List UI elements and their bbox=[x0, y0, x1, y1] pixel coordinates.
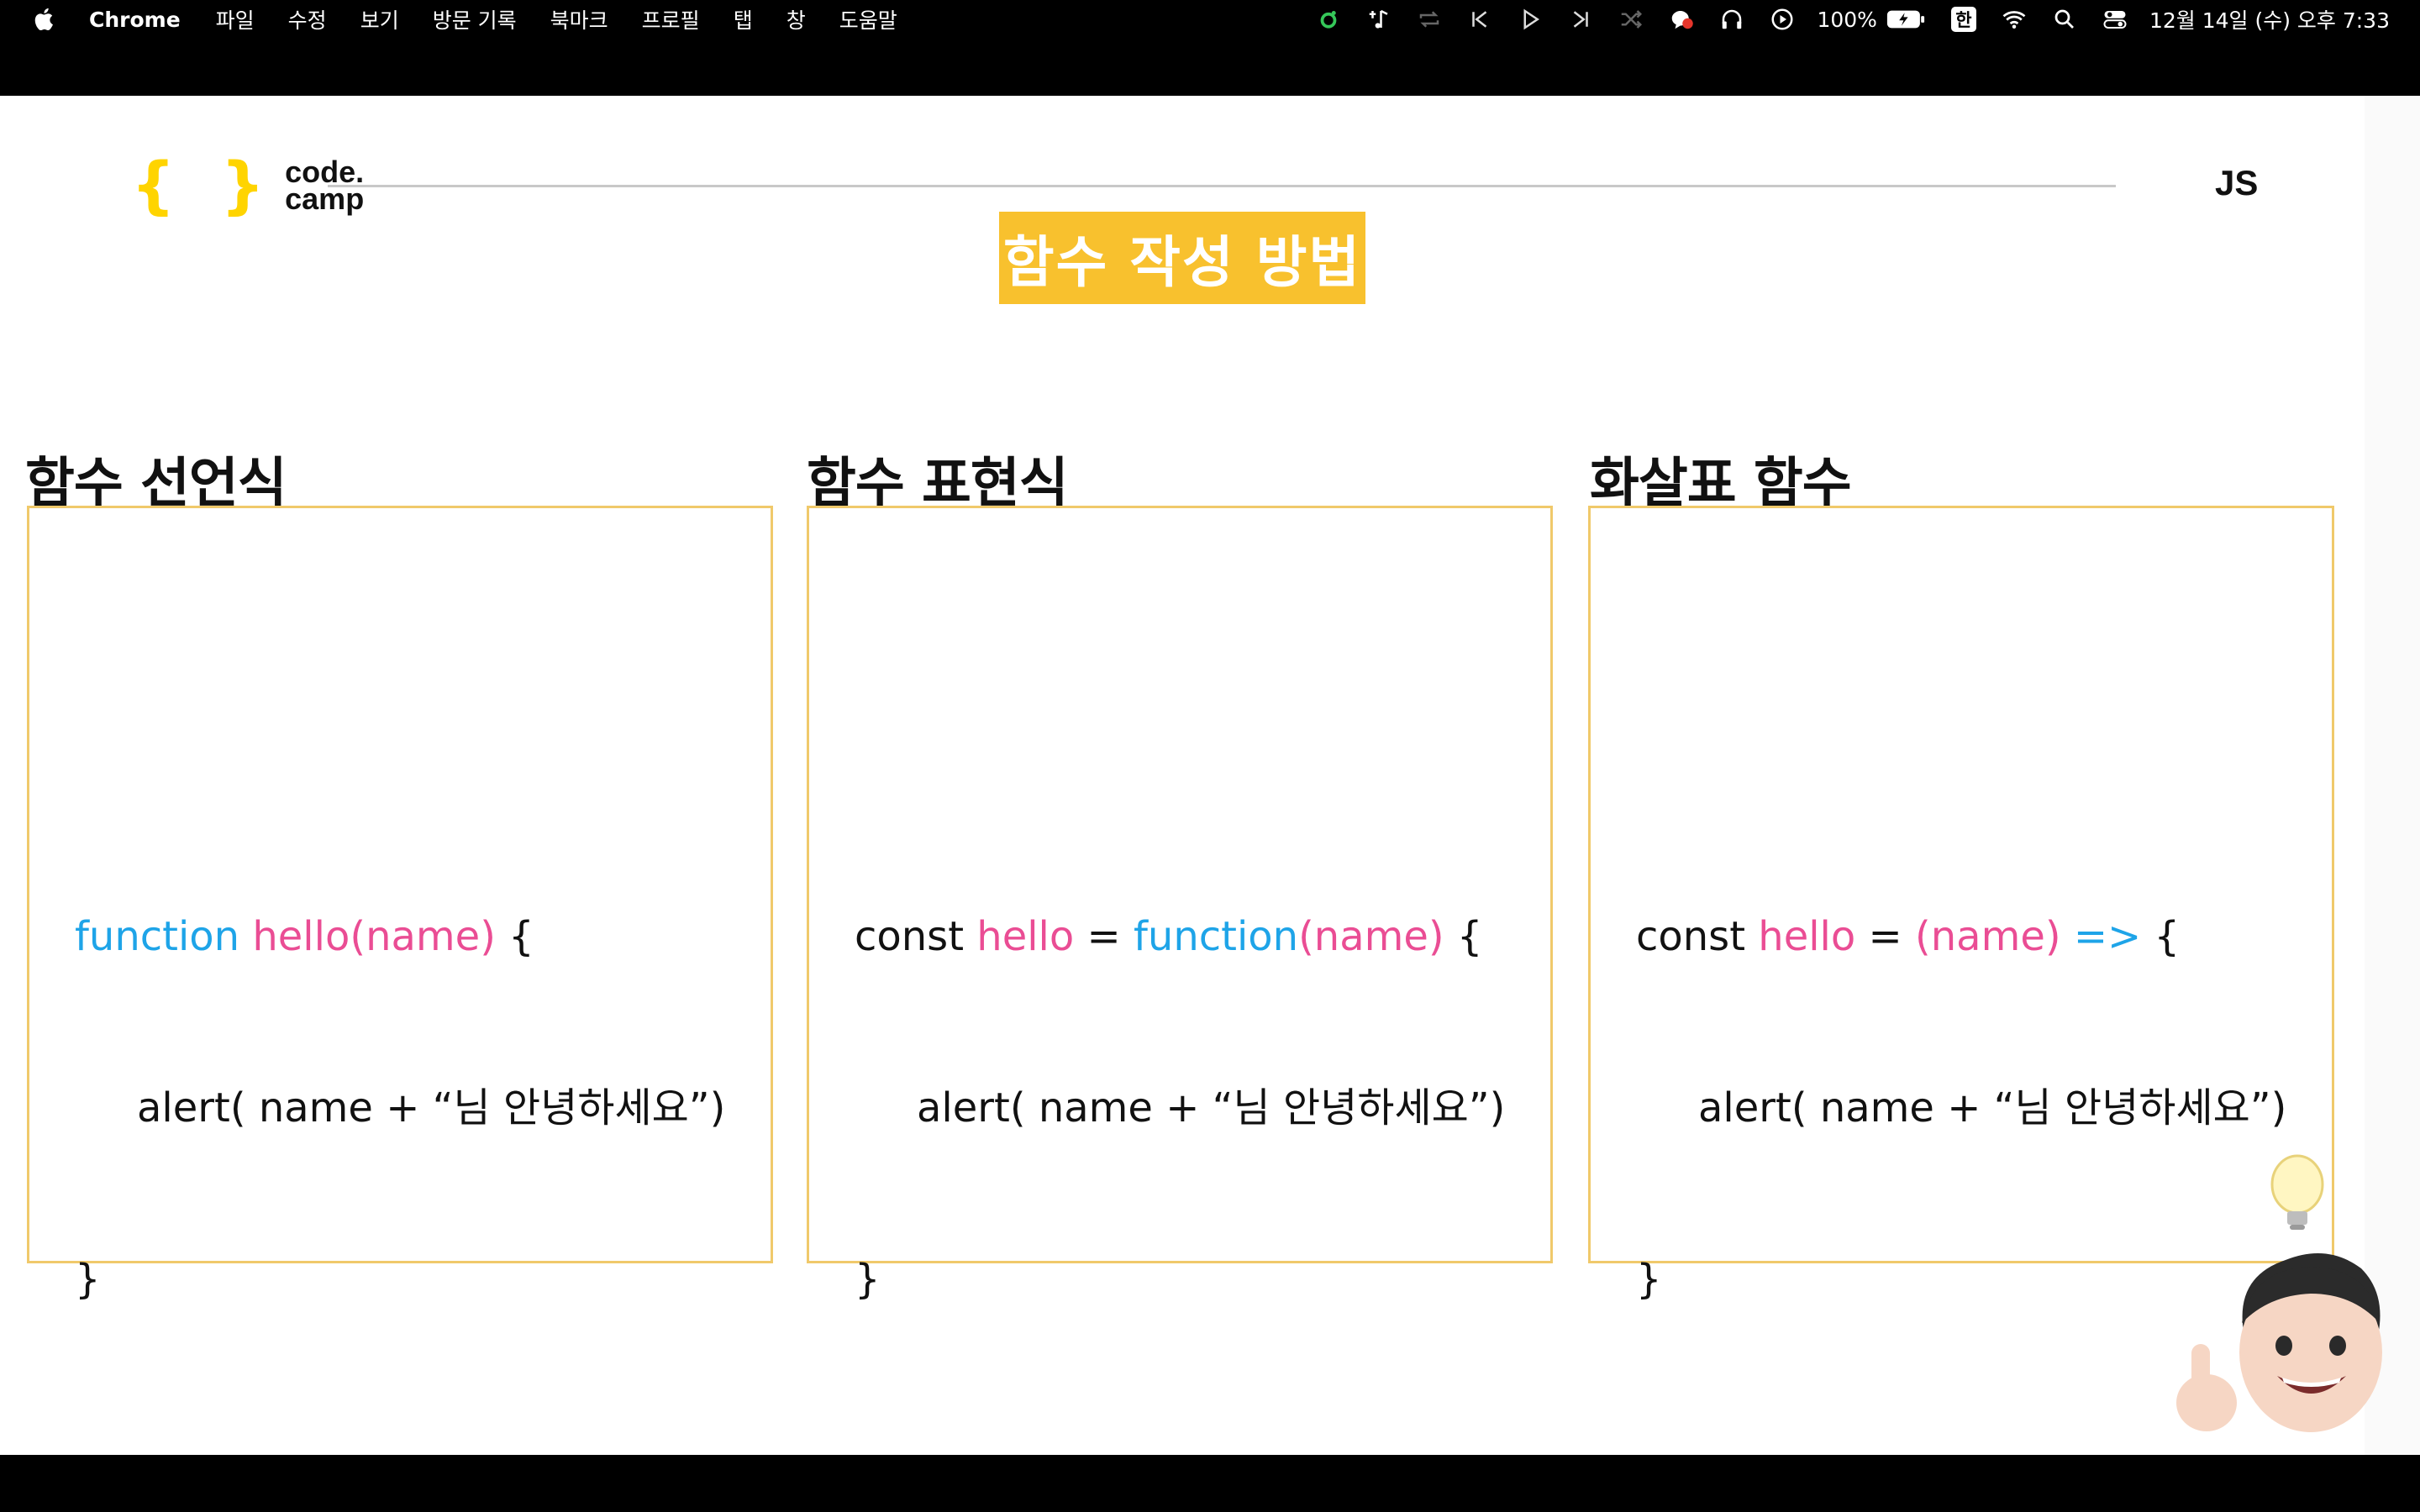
code-box-expression: const hello = function(name) { alert( na… bbox=[807, 506, 1553, 1303]
code-line-1: function hello(name) { bbox=[75, 908, 725, 965]
code-token: { bbox=[1444, 913, 1483, 960]
search-icon[interactable] bbox=[2052, 7, 2077, 32]
code-token: const bbox=[1636, 913, 1759, 960]
code-token: { bbox=[2141, 913, 2181, 960]
battery-icon[interactable] bbox=[1886, 7, 1926, 32]
code-token: hello bbox=[976, 913, 1075, 960]
memoji-avatar bbox=[2176, 1154, 2382, 1432]
battery-percentage: 100% bbox=[1817, 7, 1877, 32]
code-line-2: alert( name + “님 안녕하세요”) bbox=[137, 1084, 726, 1131]
presentation-slide: { } code. camp JS 함수 작성 방법 함수 선언식 functi… bbox=[0, 96, 2365, 1455]
menu-bar: Chrome 파일 수정 보기 방문 기록 북마크 프로필 탭 창 도움말 10… bbox=[0, 0, 2420, 39]
menu-bookmarks[interactable]: 북마크 bbox=[550, 4, 608, 34]
next-icon[interactable] bbox=[1568, 7, 1593, 32]
code-line-2: alert( name + “님 안녕하세요”) bbox=[917, 1084, 1506, 1131]
code-token: function bbox=[1134, 913, 1299, 960]
code-line-2: alert( name + “님 안녕하세요”) bbox=[1698, 1084, 2287, 1131]
menu-clock[interactable]: 12월 14일 (수) 오후 7:33 bbox=[2149, 4, 2390, 34]
menu-file[interactable]: 파일 bbox=[216, 4, 255, 34]
status-dot-icon[interactable] bbox=[1316, 7, 1341, 32]
shuffle-icon[interactable] bbox=[1618, 7, 1644, 32]
chat-icon[interactable] bbox=[1669, 7, 1694, 32]
menu-help[interactable]: 도움말 bbox=[839, 4, 897, 34]
code-token: => bbox=[2060, 913, 2142, 960]
control-center-icon[interactable] bbox=[2102, 7, 2128, 32]
code-token: hello(name) bbox=[252, 913, 496, 960]
code-box-arrow: const hello = (name) => { alert( name + … bbox=[1588, 506, 2334, 1303]
code-token: = bbox=[1855, 913, 1915, 960]
menu-edit[interactable]: 수정 bbox=[288, 4, 327, 34]
code-block: function hello(name) { alert( name + “님 … bbox=[75, 794, 725, 1422]
code-block: const hello = function(name) { alert( na… bbox=[855, 794, 1505, 1422]
language-label: JS bbox=[2215, 163, 2259, 202]
previous-icon[interactable] bbox=[1467, 7, 1492, 32]
menu-app-name[interactable]: Chrome bbox=[89, 8, 181, 32]
code-line-1: const hello = (name) => { bbox=[1636, 908, 2286, 965]
header-divider bbox=[328, 185, 2116, 187]
lightbulb-icon bbox=[2270, 1154, 2324, 1230]
code-line-1: const hello = function(name) { bbox=[855, 908, 1505, 965]
wifi-icon[interactable] bbox=[2002, 7, 2027, 32]
menu-window[interactable]: 창 bbox=[786, 4, 806, 34]
apple-icon[interactable] bbox=[30, 5, 59, 34]
code-token: (name) bbox=[1915, 913, 2061, 960]
code-box-declaration: function hello(name) { alert( name + “님 … bbox=[27, 506, 773, 1303]
code-line-3: } bbox=[75, 1256, 101, 1303]
slide-title: 함수 작성 방법 bbox=[999, 212, 1365, 304]
logo-braces: { } bbox=[131, 150, 277, 222]
menu-view[interactable]: 보기 bbox=[360, 4, 399, 34]
code-token: const bbox=[855, 913, 977, 960]
code-token: = bbox=[1074, 913, 1134, 960]
code-token: function bbox=[75, 913, 253, 960]
menu-profiles[interactable]: 프로필 bbox=[642, 4, 700, 34]
music-icon[interactable] bbox=[1366, 7, 1392, 32]
headphones-icon[interactable] bbox=[1719, 7, 1744, 32]
code-token: (name) bbox=[1298, 913, 1444, 960]
input-method-icon[interactable]: 한 bbox=[1950, 7, 1976, 32]
menu-tab[interactable]: 탭 bbox=[734, 4, 753, 34]
repeat-icon[interactable] bbox=[1417, 7, 1442, 32]
code-token: { bbox=[495, 913, 534, 960]
play-icon[interactable] bbox=[1518, 7, 1543, 32]
play-circle-icon[interactable] bbox=[1770, 7, 1795, 32]
code-line-3: } bbox=[855, 1256, 881, 1303]
menu-history[interactable]: 방문 기록 bbox=[433, 4, 517, 34]
code-token: hello bbox=[1758, 913, 1856, 960]
